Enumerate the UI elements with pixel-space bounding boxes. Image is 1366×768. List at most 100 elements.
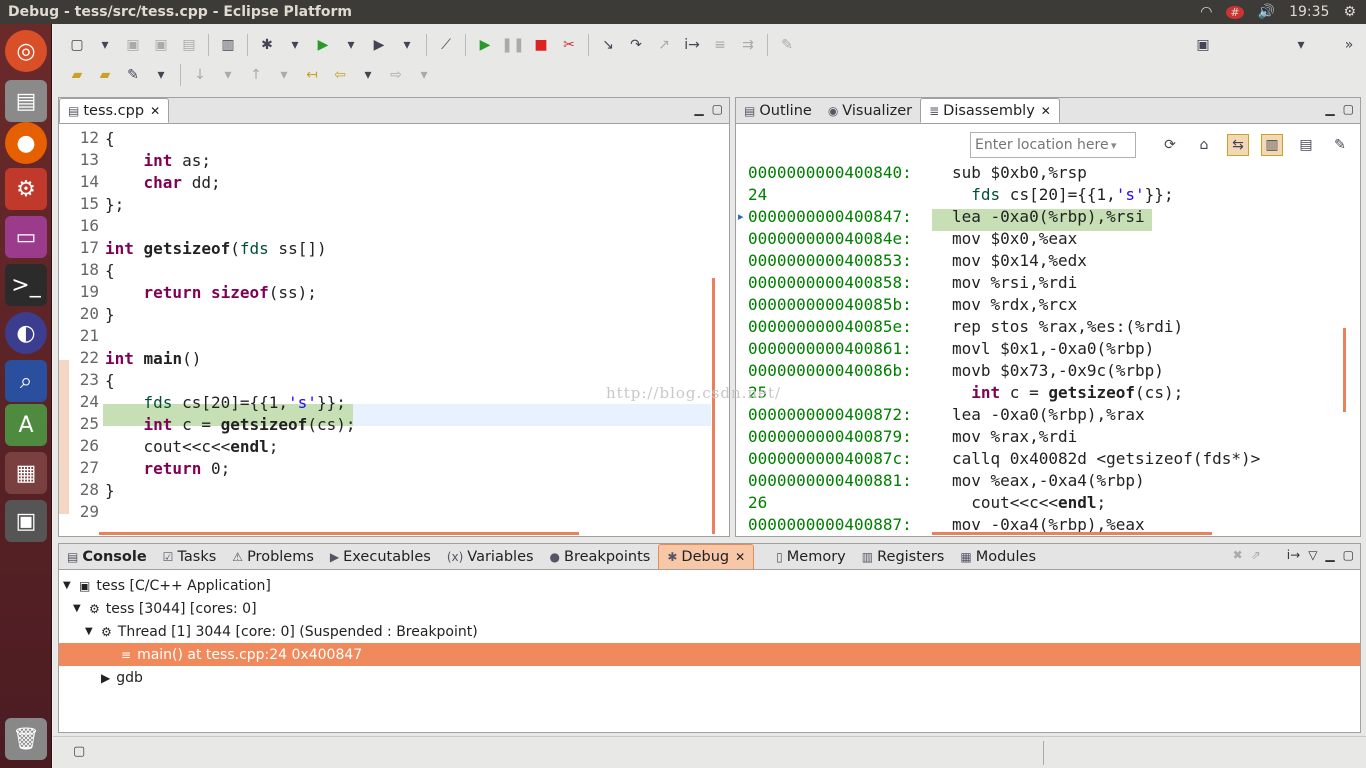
save-all-icon[interactable]: ▣ bbox=[150, 34, 172, 56]
location-input[interactable] bbox=[971, 137, 1111, 153]
show-source-icon[interactable]: ▥ bbox=[1261, 134, 1283, 156]
next-annotation-icon[interactable]: ↓ bbox=[189, 64, 211, 86]
new-icon[interactable]: ▢ bbox=[66, 34, 88, 56]
volume-icon[interactable]: 🔊 bbox=[1258, 4, 1275, 20]
open-type-icon[interactable]: ▰ bbox=[94, 64, 116, 86]
binary-icon[interactable]: ▥ bbox=[217, 34, 239, 56]
close-icon[interactable]: ✕ bbox=[1041, 104, 1051, 118]
dropdown-icon[interactable]: ▾ bbox=[1290, 34, 1312, 56]
trash-icon[interactable]: 🗑 bbox=[5, 718, 47, 760]
prev-annotation-icon[interactable]: ↑ bbox=[245, 64, 267, 86]
print-icon[interactable]: ▤ bbox=[178, 34, 200, 56]
forward-icon[interactable]: ⇨ bbox=[385, 64, 407, 86]
tab-visualizer[interactable]: ◉ Visualizer bbox=[820, 98, 920, 123]
search-icon[interactable]: ⌕ bbox=[5, 360, 47, 402]
terminal-icon[interactable]: >_ bbox=[5, 264, 47, 306]
home-icon[interactable]: ⌂ bbox=[1193, 134, 1215, 156]
fast-view-icon[interactable]: ▢ bbox=[73, 744, 85, 759]
step-over-icon[interactable]: ↷ bbox=[625, 34, 647, 56]
dropdown-icon[interactable]: ▾ bbox=[217, 64, 239, 86]
suspend-icon[interactable]: ❚❚ bbox=[501, 34, 524, 56]
close-icon[interactable]: ✕ bbox=[150, 104, 160, 118]
tab-console[interactable]: ▤ Console bbox=[59, 544, 155, 569]
eclipse-icon[interactable]: ◐ bbox=[5, 312, 47, 354]
new-view-icon[interactable]: ▤ bbox=[1295, 134, 1317, 156]
tree-expander-icon[interactable]: ▼ bbox=[73, 603, 89, 614]
save-icon[interactable]: ▣ bbox=[122, 34, 144, 56]
location-combo[interactable]: ▾ bbox=[970, 132, 1136, 158]
firefox-icon[interactable]: ● bbox=[5, 122, 47, 164]
open-perspective-icon[interactable]: ▣ bbox=[1192, 34, 1214, 56]
step-into-icon[interactable]: ↘ bbox=[597, 34, 619, 56]
tab-tess-cpp[interactable]: ▤ tess.cpp ✕ bbox=[59, 98, 170, 123]
external-tools-icon[interactable]: ▶ bbox=[368, 34, 390, 56]
view-menu-icon[interactable]: ▽ bbox=[1308, 548, 1317, 562]
last-edit-icon[interactable]: ↤ bbox=[301, 64, 323, 86]
tab-executables[interactable]: ▶ Executables bbox=[322, 544, 439, 569]
tree-item[interactable]: ≡ main() at tess.cpp:24 0x400847 bbox=[59, 643, 1360, 666]
edit-icon[interactable]: ✎ bbox=[776, 34, 798, 56]
refresh-icon[interactable]: ⟳ bbox=[1159, 134, 1181, 156]
tab-disassembly[interactable]: ≣ Disassembly ✕ bbox=[920, 98, 1060, 123]
tab-breakpoints[interactable]: ● Breakpoints bbox=[542, 544, 659, 569]
open-folder-icon[interactable]: ▰ bbox=[66, 64, 88, 86]
tree-item[interactable]: ▼ ⚙ Thread [1] 3044 [core: 0] (Suspended :… bbox=[59, 620, 1360, 643]
dropdown-icon[interactable]: ▾ bbox=[340, 34, 362, 56]
maximize-icon[interactable]: ▢ bbox=[712, 102, 723, 116]
tab-outline[interactable]: ▤ Outline bbox=[736, 98, 820, 123]
drop-frame-icon[interactable]: ≡ bbox=[709, 34, 731, 56]
debug-tree[interactable]: ▼ ▣ tess [C/C++ Application] ▼ ⚙ tess [3044] … bbox=[59, 574, 1360, 732]
horizontal-scrollbar[interactable] bbox=[932, 532, 1212, 535]
use-step-filters-icon[interactable]: ⇉ bbox=[737, 34, 759, 56]
step-return-icon[interactable]: ↗ bbox=[653, 34, 675, 56]
brush-icon[interactable]: ✎ bbox=[122, 64, 144, 86]
input-method-icon[interactable]: # bbox=[1226, 5, 1244, 19]
tab-modules[interactable]: ▦ Modules bbox=[952, 544, 1044, 569]
step-icon[interactable]: i→ bbox=[1287, 548, 1300, 562]
dropdown-icon[interactable]: ▾ bbox=[396, 34, 418, 56]
tree-item[interactable]: ▶ gdb bbox=[59, 666, 1360, 689]
skip-breakpoints-icon[interactable]: ⟋ bbox=[435, 34, 457, 56]
dropdown-icon[interactable]: ▾ bbox=[273, 64, 295, 86]
tree-item[interactable]: ▼ ▣ tess [C/C++ Application] bbox=[59, 574, 1360, 597]
wifi-icon[interactable]: ◠ bbox=[1200, 4, 1212, 20]
terminate-icon[interactable]: ■ bbox=[530, 34, 552, 56]
tree-item[interactable]: ▼ ⚙ tess [3044] [cores: 0] bbox=[59, 597, 1360, 620]
workspace-icon[interactable]: ▦ bbox=[5, 452, 47, 494]
files-icon[interactable]: ▤ bbox=[5, 80, 47, 122]
tab-debug[interactable]: ✱ Debug ✕ bbox=[658, 544, 755, 569]
connect-icon[interactable]: ⇗ bbox=[1251, 548, 1261, 562]
updater-icon[interactable]: A bbox=[5, 404, 47, 446]
link-source-icon[interactable]: ⇆ bbox=[1227, 134, 1249, 156]
run-icon[interactable]: ▶ bbox=[312, 34, 334, 56]
drive-icon[interactable]: ▣ bbox=[5, 500, 47, 542]
minimize-icon[interactable]: ▁ bbox=[1325, 102, 1334, 116]
close-icon[interactable]: ✕ bbox=[735, 550, 745, 564]
tab-problems[interactable]: ⚠ Problems bbox=[224, 544, 322, 569]
gear-icon[interactable]: ⚙ bbox=[1343, 4, 1356, 20]
remove-terminated-icon[interactable]: ✖ bbox=[1233, 548, 1243, 562]
minimize-icon[interactable]: ▁ bbox=[1325, 548, 1334, 562]
disassembly-listing[interactable]: 0000000000400840: sub $0xb0,%rsp 24 fds cs… bbox=[736, 162, 1360, 532]
clock[interactable]: 19:35 bbox=[1289, 4, 1329, 20]
tab-memory[interactable]: ▯ Memory bbox=[768, 544, 854, 569]
tree-expander-icon[interactable]: ▼ bbox=[63, 580, 79, 591]
resume-icon[interactable]: ▶ bbox=[474, 34, 496, 56]
code-editor[interactable]: 11 struct fds 12 {13 int as; 14 char dd; 15};… bbox=[59, 124, 729, 536]
window-icon[interactable]: ▭ bbox=[5, 216, 47, 258]
tree-expander-icon[interactable]: ▼ bbox=[85, 626, 101, 637]
dropdown-icon[interactable]: ▾ bbox=[150, 64, 172, 86]
tab-tasks[interactable]: ☑ Tasks bbox=[155, 544, 225, 569]
disconnect-icon[interactable]: ✂ bbox=[558, 34, 580, 56]
settings-icon[interactable]: ⚙ bbox=[5, 168, 47, 210]
minimize-icon[interactable]: ▁ bbox=[694, 102, 703, 116]
dropdown-icon[interactable]: ▾ bbox=[413, 64, 435, 86]
instruction-step-icon[interactable]: i→ bbox=[681, 34, 703, 56]
dropdown-icon[interactable]: ▾ bbox=[284, 34, 306, 56]
tab-variables[interactable]: (x) Variables bbox=[439, 544, 542, 569]
chevron-down-icon[interactable]: ▾ bbox=[1111, 139, 1117, 152]
overflow-icon[interactable]: » bbox=[1338, 34, 1360, 56]
dropdown-icon[interactable]: ▾ bbox=[94, 34, 116, 56]
maximize-icon[interactable]: ▢ bbox=[1343, 102, 1354, 116]
pin-icon[interactable]: ✎ bbox=[1329, 134, 1351, 156]
